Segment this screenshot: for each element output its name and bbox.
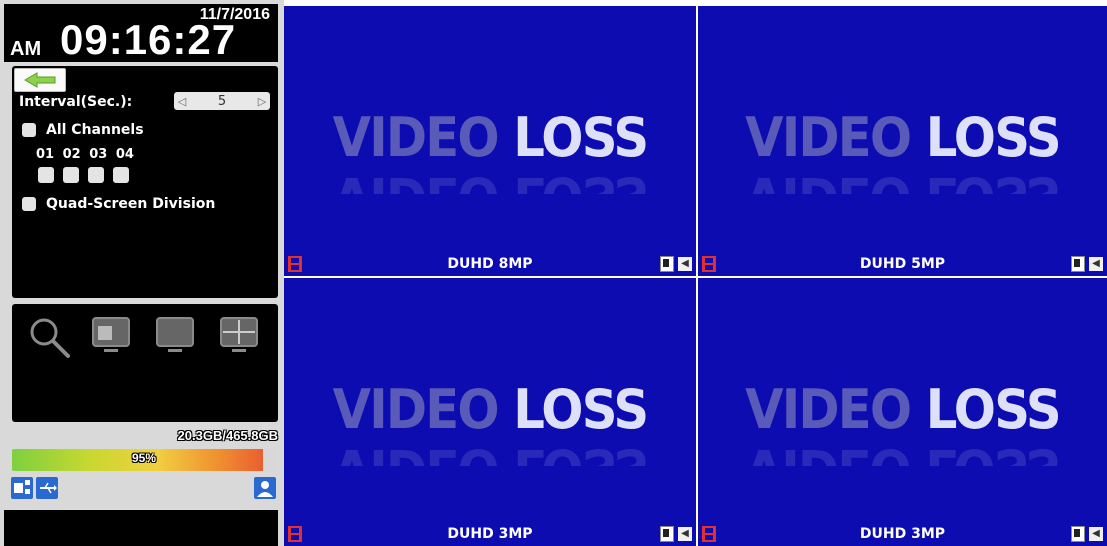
channel-checkboxes [38, 167, 129, 183]
video-word: VIDEO [332, 378, 500, 441]
view-toolbar [12, 304, 278, 422]
time-text: 09:16:27 [60, 16, 237, 63]
speaker-icon: ◀ [678, 257, 692, 271]
all-channels-checkbox[interactable] [22, 123, 36, 137]
camera-status-icons: ◀ [1071, 256, 1103, 272]
increment-arrow-icon[interactable]: ▷ [254, 95, 270, 108]
sequence-settings-panel: Interval(Sec.): ◁ 5 ▷ All Channels 01 02… [12, 66, 278, 298]
single-view-icon[interactable] [154, 314, 196, 356]
sd-card-icon [660, 526, 674, 542]
storage-progress-bar: 95% [12, 449, 276, 471]
speaker-icon: ◀ [1089, 527, 1103, 541]
camera-tile[interactable]: VIDEO LOSS VIDEO LOSS DUHD 3MP ◀ [698, 278, 1107, 546]
video-loss-reflection: VIDEO LOSS [698, 166, 1107, 194]
video-loss-reflection: VIDEO LOSS [698, 438, 1107, 466]
storage-percent-label: 95% [131, 451, 157, 465]
interval-stepper[interactable]: ◁ 5 ▷ [174, 92, 270, 110]
channel-numbers: 01 02 03 04 [36, 147, 138, 162]
camera-label: DUHD 5MP [859, 256, 946, 272]
channel-number: 01 [36, 147, 55, 162]
interval-value: 5 [217, 93, 227, 109]
back-button[interactable] [14, 68, 66, 92]
camera-status-icons: ◀ [1071, 526, 1103, 542]
channel-03-checkbox[interactable] [88, 167, 104, 183]
decrement-arrow-icon[interactable]: ◁ [174, 95, 190, 108]
quad-screen-label: Quad-Screen Division [46, 196, 216, 212]
video-word: VIDEO [745, 378, 912, 441]
channel-number: 04 [115, 147, 134, 162]
video-loss-text: VIDEO LOSS [300, 108, 679, 168]
camera-tile[interactable]: VIDEO LOSS VIDEO LOSS DUHD 3MP ◀ [284, 278, 696, 546]
quad-screen-row: Quad-Screen Division [22, 196, 215, 212]
channel-number: 02 [62, 147, 81, 162]
video-loss-reflection: VIDEO LOSS [284, 166, 696, 194]
channel-number: 03 [89, 147, 108, 162]
video-loss-text: VIDEO LOSS [714, 380, 1090, 440]
quad-view-icon[interactable] [218, 314, 260, 356]
usb-icon[interactable] [36, 477, 58, 499]
video-loss-reflection: VIDEO LOSS [284, 438, 696, 466]
quad-screen-checkbox[interactable] [22, 197, 36, 211]
video-loss-text: VIDEO LOSS [714, 108, 1090, 168]
user-icon[interactable] [254, 477, 276, 499]
back-arrow-icon [24, 72, 56, 88]
camera-status-icons: ◀ [660, 526, 692, 542]
sd-card-icon [1071, 256, 1085, 272]
storage-usage-text: 20.3GB/465.8GB [177, 428, 278, 443]
channel-04-checkbox[interactable] [113, 167, 129, 183]
status-strip [4, 510, 278, 546]
all-channels-label: All Channels [46, 122, 144, 138]
sd-card-icon [1071, 526, 1085, 542]
search-icon[interactable] [26, 314, 72, 360]
speaker-icon: ◀ [678, 527, 692, 541]
video-word: VIDEO [332, 106, 500, 169]
camera-label: DUHD 8MP [447, 256, 533, 272]
left-panel: 11/7/2016 AM 09:16:27 Interval(Sec.): ◁ … [0, 0, 284, 546]
pip-view-icon[interactable] [90, 314, 132, 356]
ampm-text: AM [10, 38, 42, 60]
channel-01-checkbox[interactable] [38, 167, 54, 183]
clock-display: 11/7/2016 AM 09:16:27 [4, 4, 278, 63]
loss-word: LOSS [925, 106, 1062, 169]
loss-word: LOSS [513, 106, 649, 169]
camera-label: DUHD 3MP [447, 526, 533, 542]
loss-word: LOSS [513, 378, 649, 441]
video-word: VIDEO [745, 106, 912, 169]
loss-word: LOSS [925, 378, 1062, 441]
camera-label: DUHD 3MP [859, 526, 946, 542]
speaker-icon: ◀ [1089, 257, 1103, 271]
camera-tile[interactable]: VIDEO LOSS VIDEO LOSS DUHD 5MP ◀ [698, 6, 1107, 276]
network-icon[interactable] [11, 477, 33, 499]
all-channels-row: All Channels [22, 122, 144, 138]
camera-status-icons: ◀ [660, 256, 692, 272]
channel-02-checkbox[interactable] [63, 167, 79, 183]
interval-label: Interval(Sec.): [19, 94, 133, 110]
camera-tile[interactable]: VIDEO LOSS VIDEO LOSS DUHD 8MP ◀ [284, 6, 696, 276]
sd-card-icon [660, 256, 674, 272]
video-loss-text: VIDEO LOSS [300, 380, 679, 440]
